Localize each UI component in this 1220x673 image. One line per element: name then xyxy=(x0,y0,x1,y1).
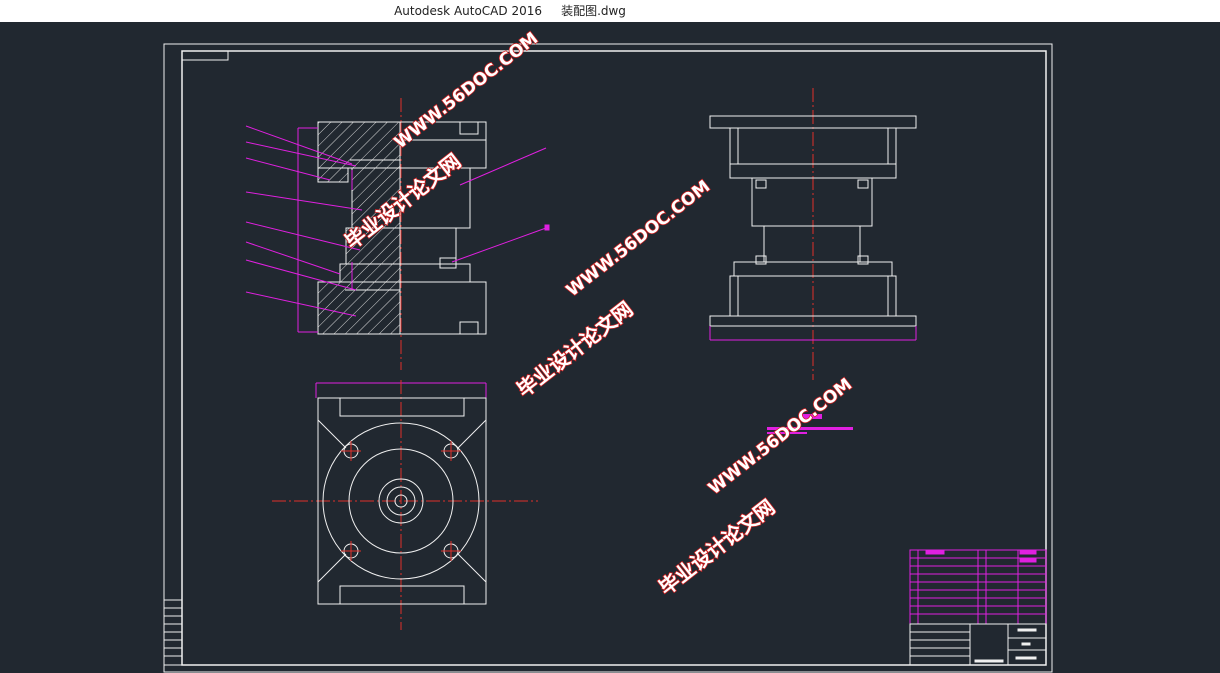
app-title: Autodesk AutoCAD 2016 xyxy=(394,4,542,18)
window-title: Autodesk AutoCAD 2016 装配图.dwg xyxy=(0,0,1020,22)
title-bar: Autodesk AutoCAD 2016 装配图.dwg xyxy=(0,0,1220,22)
side-view xyxy=(709,88,917,380)
title-block xyxy=(909,623,1047,666)
watermark-2: 毕业设计论文网 WWW.56DOC.COM xyxy=(512,176,715,403)
sheet-border xyxy=(163,43,1053,673)
side-strip-table xyxy=(163,599,183,666)
plan-view xyxy=(272,380,538,630)
watermark-3-line2: WWW.56DOC.COM xyxy=(705,375,856,499)
watermark-3: 毕业设计论文网 WWW.56DOC.COM xyxy=(654,374,857,601)
file-name: 装配图.dwg xyxy=(561,4,626,18)
parts-list-table xyxy=(909,549,1047,625)
drawing-canvas[interactable]: 毕业设计论文网 WWW.56DOC.COM 毕业设计论文网 WWW.56DOC.… xyxy=(0,22,1220,673)
watermark-3-line1: 毕业设计论文网 xyxy=(654,495,779,600)
watermark-2-line2: WWW.56DOC.COM xyxy=(563,177,714,301)
watermark-2-line1: 毕业设计论文网 xyxy=(512,297,637,402)
